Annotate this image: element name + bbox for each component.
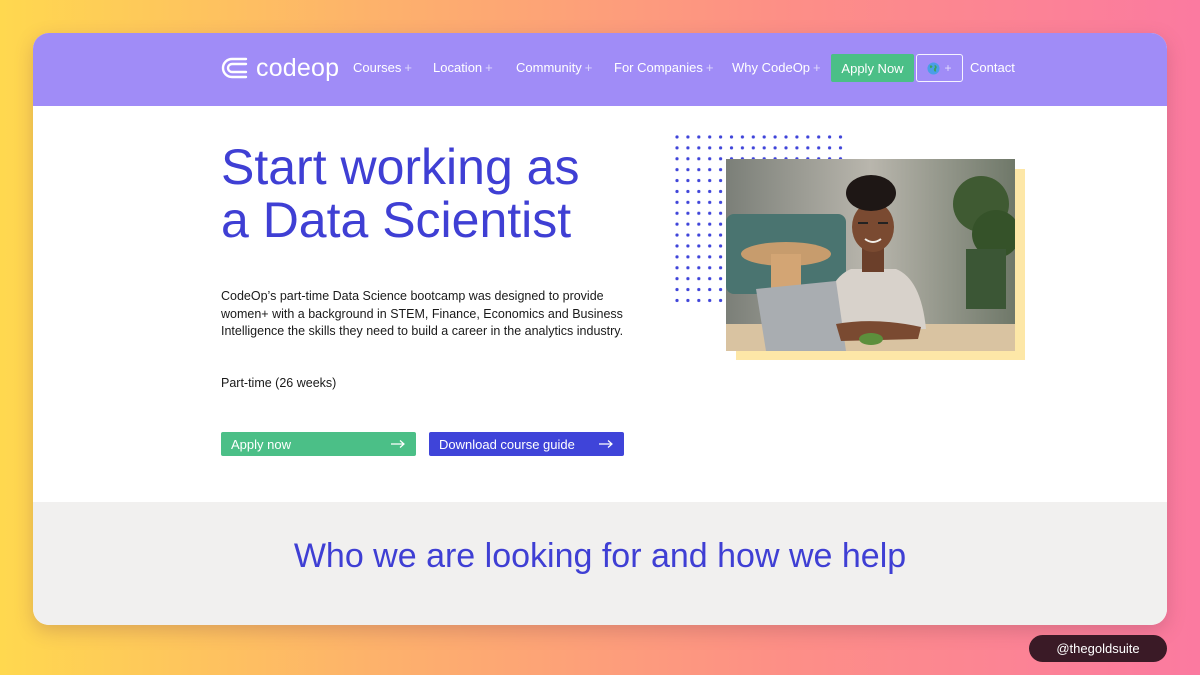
- nav-apply-now-button[interactable]: Apply Now: [831, 54, 914, 82]
- nav-for-companies[interactable]: For Companies +: [614, 60, 713, 75]
- hero-title-line-2: a Data Scientist: [221, 192, 572, 248]
- download-course-guide-button[interactable]: Download course guide: [429, 432, 624, 456]
- course-duration: Part-time (26 weeks): [221, 376, 337, 390]
- plus-icon: +: [944, 61, 952, 75]
- plus-icon: +: [705, 60, 714, 75]
- student-photo: [726, 159, 1015, 351]
- hero-description: CodeOp’s part-time Data Science bootcamp…: [221, 289, 624, 338]
- nav-community[interactable]: Community +: [516, 60, 592, 75]
- arrow-right-icon: [599, 440, 613, 448]
- section-title: Who we are looking for and how we help: [293, 537, 907, 575]
- globe-icon: [927, 61, 941, 75]
- nav-location[interactable]: Location +: [433, 60, 493, 75]
- top-navbar: codeop Courses + Location + Community + For…: [33, 33, 1167, 106]
- who-we-are-section: Who we are looking for and how we help: [33, 502, 1167, 625]
- hero-title: Start working as a Data Scientist: [221, 141, 641, 247]
- plus-icon: +: [813, 60, 821, 75]
- nav-courses[interactable]: Courses +: [353, 60, 412, 75]
- brand-name: codeop: [256, 53, 340, 82]
- codeop-logo[interactable]: codeop: [220, 53, 339, 83]
- plus-icon: +: [584, 60, 593, 75]
- nav-contact[interactable]: Contact: [970, 60, 1015, 75]
- watermark-badge: @thegoldsuite: [1029, 635, 1167, 662]
- language-selector[interactable]: +: [916, 54, 963, 82]
- codeop-logo-icon: [221, 57, 248, 79]
- nav-location-label: Location: [433, 60, 483, 75]
- download-course-guide-label: Download course guide: [439, 436, 575, 452]
- nav-courses-label: Courses: [353, 60, 402, 75]
- hero-title-line-1: Start working as: [221, 139, 580, 195]
- plus-icon: +: [404, 60, 413, 75]
- nav-for-companies-label: For Companies: [614, 60, 703, 75]
- nav-why-codeop-label: Why CodeOp: [732, 60, 811, 75]
- apply-now-button[interactable]: Apply now: [221, 432, 416, 456]
- arrow-right-icon: [391, 440, 405, 448]
- browser-frame: codeop Courses + Location + Community + For…: [33, 33, 1167, 625]
- apply-now-label: Apply now: [231, 436, 291, 452]
- nav-why-codeop[interactable]: Why CodeOp +: [732, 60, 821, 75]
- nav-community-label: Community: [516, 60, 582, 75]
- plus-icon: +: [485, 60, 493, 75]
